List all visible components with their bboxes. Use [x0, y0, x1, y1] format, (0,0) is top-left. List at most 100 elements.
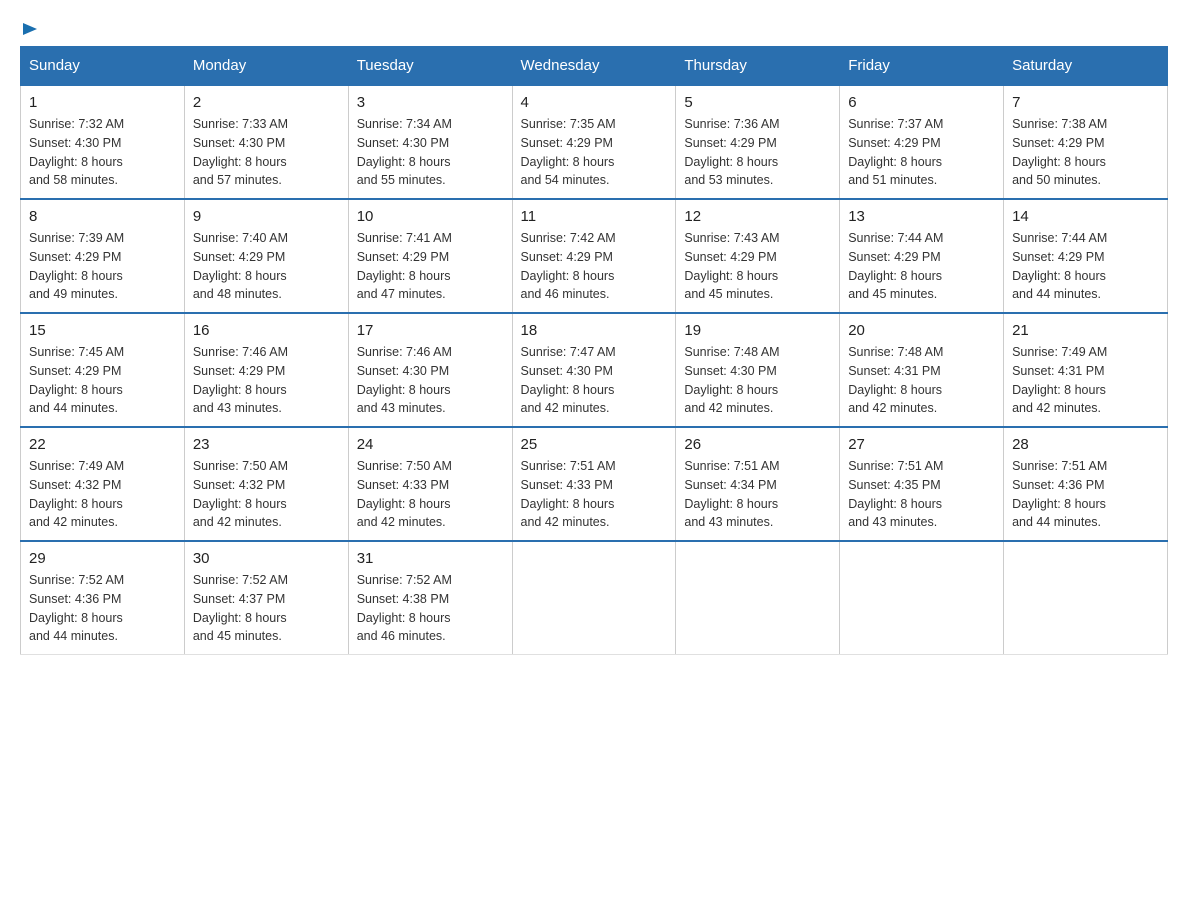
calendar-header-thursday: Thursday: [676, 47, 840, 86]
calendar-week-row: 1 Sunrise: 7:32 AM Sunset: 4:30 PM Dayli…: [21, 85, 1168, 199]
day-number: 19: [684, 322, 831, 339]
calendar-cell: 20 Sunrise: 7:48 AM Sunset: 4:31 PM Dayl…: [840, 313, 1004, 427]
day-number: 1: [29, 94, 176, 111]
day-number: 16: [193, 322, 340, 339]
calendar-table: SundayMondayTuesdayWednesdayThursdayFrid…: [20, 46, 1168, 655]
calendar-week-row: 29 Sunrise: 7:52 AM Sunset: 4:36 PM Dayl…: [21, 541, 1168, 655]
calendar-cell: 17 Sunrise: 7:46 AM Sunset: 4:30 PM Dayl…: [348, 313, 512, 427]
day-info: Sunrise: 7:39 AM Sunset: 4:29 PM Dayligh…: [29, 229, 176, 304]
calendar-cell: 1 Sunrise: 7:32 AM Sunset: 4:30 PM Dayli…: [21, 85, 185, 199]
day-number: 11: [521, 208, 668, 225]
calendar-cell: [840, 541, 1004, 655]
calendar-cell: 28 Sunrise: 7:51 AM Sunset: 4:36 PM Dayl…: [1004, 427, 1168, 541]
calendar-cell: 12 Sunrise: 7:43 AM Sunset: 4:29 PM Dayl…: [676, 199, 840, 313]
day-info: Sunrise: 7:32 AM Sunset: 4:30 PM Dayligh…: [29, 115, 176, 190]
calendar-cell: 30 Sunrise: 7:52 AM Sunset: 4:37 PM Dayl…: [184, 541, 348, 655]
day-info: Sunrise: 7:41 AM Sunset: 4:29 PM Dayligh…: [357, 229, 504, 304]
day-info: Sunrise: 7:36 AM Sunset: 4:29 PM Dayligh…: [684, 115, 831, 190]
calendar-header-wednesday: Wednesday: [512, 47, 676, 86]
calendar-cell: [676, 541, 840, 655]
day-info: Sunrise: 7:46 AM Sunset: 4:29 PM Dayligh…: [193, 343, 340, 418]
day-number: 23: [193, 436, 340, 453]
calendar-cell: 19 Sunrise: 7:48 AM Sunset: 4:30 PM Dayl…: [676, 313, 840, 427]
day-info: Sunrise: 7:51 AM Sunset: 4:34 PM Dayligh…: [684, 457, 831, 532]
calendar-cell: 15 Sunrise: 7:45 AM Sunset: 4:29 PM Dayl…: [21, 313, 185, 427]
day-number: 9: [193, 208, 340, 225]
calendar-week-row: 15 Sunrise: 7:45 AM Sunset: 4:29 PM Dayl…: [21, 313, 1168, 427]
day-number: 29: [29, 550, 176, 567]
day-info: Sunrise: 7:35 AM Sunset: 4:29 PM Dayligh…: [521, 115, 668, 190]
day-number: 21: [1012, 322, 1159, 339]
day-info: Sunrise: 7:52 AM Sunset: 4:37 PM Dayligh…: [193, 571, 340, 646]
calendar-header-tuesday: Tuesday: [348, 47, 512, 86]
calendar-cell: 9 Sunrise: 7:40 AM Sunset: 4:29 PM Dayli…: [184, 199, 348, 313]
calendar-cell: 13 Sunrise: 7:44 AM Sunset: 4:29 PM Dayl…: [840, 199, 1004, 313]
day-number: 8: [29, 208, 176, 225]
day-number: 13: [848, 208, 995, 225]
day-info: Sunrise: 7:34 AM Sunset: 4:30 PM Dayligh…: [357, 115, 504, 190]
day-info: Sunrise: 7:46 AM Sunset: 4:30 PM Dayligh…: [357, 343, 504, 418]
calendar-week-row: 8 Sunrise: 7:39 AM Sunset: 4:29 PM Dayli…: [21, 199, 1168, 313]
day-info: Sunrise: 7:51 AM Sunset: 4:33 PM Dayligh…: [521, 457, 668, 532]
day-info: Sunrise: 7:42 AM Sunset: 4:29 PM Dayligh…: [521, 229, 668, 304]
calendar-header-saturday: Saturday: [1004, 47, 1168, 86]
calendar-cell: 23 Sunrise: 7:50 AM Sunset: 4:32 PM Dayl…: [184, 427, 348, 541]
day-number: 31: [357, 550, 504, 567]
day-number: 24: [357, 436, 504, 453]
calendar-cell: 16 Sunrise: 7:46 AM Sunset: 4:29 PM Dayl…: [184, 313, 348, 427]
day-number: 14: [1012, 208, 1159, 225]
day-number: 26: [684, 436, 831, 453]
day-number: 25: [521, 436, 668, 453]
calendar-cell: [512, 541, 676, 655]
day-number: 30: [193, 550, 340, 567]
page-header: [20, 20, 1168, 36]
calendar-week-row: 22 Sunrise: 7:49 AM Sunset: 4:32 PM Dayl…: [21, 427, 1168, 541]
day-info: Sunrise: 7:51 AM Sunset: 4:36 PM Dayligh…: [1012, 457, 1159, 532]
day-info: Sunrise: 7:45 AM Sunset: 4:29 PM Dayligh…: [29, 343, 176, 418]
calendar-cell: 24 Sunrise: 7:50 AM Sunset: 4:33 PM Dayl…: [348, 427, 512, 541]
day-info: Sunrise: 7:52 AM Sunset: 4:36 PM Dayligh…: [29, 571, 176, 646]
calendar-cell: 22 Sunrise: 7:49 AM Sunset: 4:32 PM Dayl…: [21, 427, 185, 541]
calendar-header-sunday: Sunday: [21, 47, 185, 86]
logo: [20, 20, 39, 36]
calendar-cell: 25 Sunrise: 7:51 AM Sunset: 4:33 PM Dayl…: [512, 427, 676, 541]
day-info: Sunrise: 7:52 AM Sunset: 4:38 PM Dayligh…: [357, 571, 504, 646]
calendar-cell: 11 Sunrise: 7:42 AM Sunset: 4:29 PM Dayl…: [512, 199, 676, 313]
calendar-cell: 29 Sunrise: 7:52 AM Sunset: 4:36 PM Dayl…: [21, 541, 185, 655]
day-info: Sunrise: 7:50 AM Sunset: 4:33 PM Dayligh…: [357, 457, 504, 532]
day-number: 20: [848, 322, 995, 339]
day-number: 12: [684, 208, 831, 225]
day-number: 10: [357, 208, 504, 225]
calendar-cell: 4 Sunrise: 7:35 AM Sunset: 4:29 PM Dayli…: [512, 85, 676, 199]
calendar-cell: 7 Sunrise: 7:38 AM Sunset: 4:29 PM Dayli…: [1004, 85, 1168, 199]
day-number: 2: [193, 94, 340, 111]
day-info: Sunrise: 7:51 AM Sunset: 4:35 PM Dayligh…: [848, 457, 995, 532]
calendar-cell: 6 Sunrise: 7:37 AM Sunset: 4:29 PM Dayli…: [840, 85, 1004, 199]
calendar-header-monday: Monday: [184, 47, 348, 86]
day-number: 5: [684, 94, 831, 111]
calendar-cell: 27 Sunrise: 7:51 AM Sunset: 4:35 PM Dayl…: [840, 427, 1004, 541]
calendar-header-row: SundayMondayTuesdayWednesdayThursdayFrid…: [21, 47, 1168, 86]
calendar-cell: [1004, 541, 1168, 655]
day-info: Sunrise: 7:48 AM Sunset: 4:31 PM Dayligh…: [848, 343, 995, 418]
day-number: 4: [521, 94, 668, 111]
day-number: 27: [848, 436, 995, 453]
day-number: 22: [29, 436, 176, 453]
calendar-header-friday: Friday: [840, 47, 1004, 86]
calendar-cell: 8 Sunrise: 7:39 AM Sunset: 4:29 PM Dayli…: [21, 199, 185, 313]
day-info: Sunrise: 7:50 AM Sunset: 4:32 PM Dayligh…: [193, 457, 340, 532]
day-info: Sunrise: 7:37 AM Sunset: 4:29 PM Dayligh…: [848, 115, 995, 190]
day-info: Sunrise: 7:44 AM Sunset: 4:29 PM Dayligh…: [1012, 229, 1159, 304]
calendar-cell: 21 Sunrise: 7:49 AM Sunset: 4:31 PM Dayl…: [1004, 313, 1168, 427]
calendar-cell: 14 Sunrise: 7:44 AM Sunset: 4:29 PM Dayl…: [1004, 199, 1168, 313]
day-number: 15: [29, 322, 176, 339]
day-info: Sunrise: 7:48 AM Sunset: 4:30 PM Dayligh…: [684, 343, 831, 418]
day-number: 6: [848, 94, 995, 111]
day-number: 28: [1012, 436, 1159, 453]
calendar-cell: 26 Sunrise: 7:51 AM Sunset: 4:34 PM Dayl…: [676, 427, 840, 541]
calendar-cell: 3 Sunrise: 7:34 AM Sunset: 4:30 PM Dayli…: [348, 85, 512, 199]
calendar-cell: 18 Sunrise: 7:47 AM Sunset: 4:30 PM Dayl…: [512, 313, 676, 427]
day-info: Sunrise: 7:38 AM Sunset: 4:29 PM Dayligh…: [1012, 115, 1159, 190]
calendar-cell: 31 Sunrise: 7:52 AM Sunset: 4:38 PM Dayl…: [348, 541, 512, 655]
day-info: Sunrise: 7:40 AM Sunset: 4:29 PM Dayligh…: [193, 229, 340, 304]
